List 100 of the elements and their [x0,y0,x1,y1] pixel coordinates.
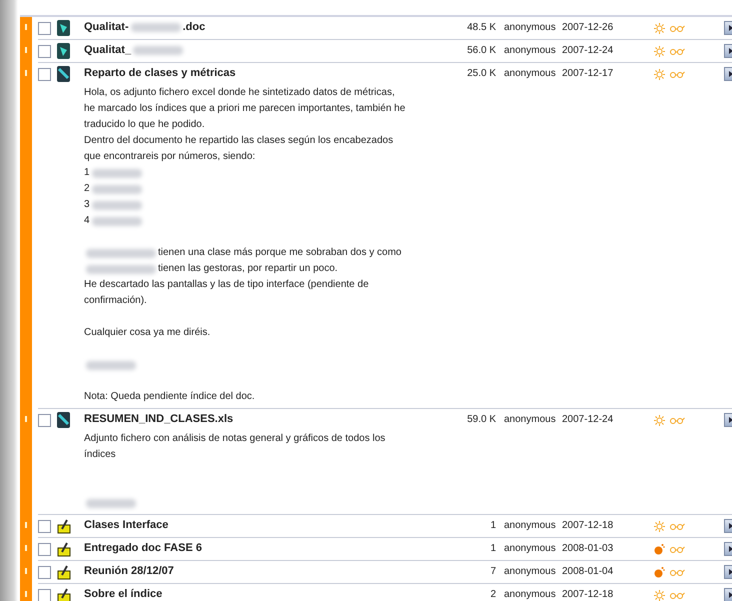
size-cell-text: 59.0 K [466,413,496,427]
message-text: Adjunto fichero con análisis de notas general y gráficos de todos los [84,432,386,446]
sun-icon [654,22,665,34]
author-cell-text: anonymous [503,44,554,58]
priority-mark [25,591,27,597]
message-text: tienen las gestoras, por repartir un poco. [158,262,338,276]
item-title: Qualitat_ [84,43,132,58]
redacted-mark [130,23,181,32]
glasses-icon [669,546,685,552]
date-cell-text: 2008-01-04 [561,565,614,579]
checkbox[interactable] [38,414,51,427]
glasses-icon [669,592,685,598]
date-cell-text: 2008-01-03 [561,542,614,556]
message-text: Cualquier cosa ya me diréis. [84,326,210,340]
redacted-mark [92,216,142,226]
topic-icon [57,542,71,557]
caret-icon [729,546,732,552]
glasses-icon [669,522,685,530]
redacted-mark [86,498,136,508]
size-cell-text: 56.0 K [466,44,496,58]
message-text: Hola, os adjunto fichero excel donde he sintetizado datos de métricas, [84,86,395,100]
message-text: He descartado las pantallas y las de tipo interface (pendiente de [84,278,369,292]
glasses-icon [669,568,685,576]
message-text: que encontrareis por números, siendo: [84,150,256,164]
author-cell-text: anonymous [503,588,554,601]
checkbox[interactable] [38,566,51,579]
item-title: .doc [182,20,206,35]
checkbox[interactable] [38,45,51,58]
author-cell-text: anonymous [503,67,554,81]
redacted-mark [133,46,184,55]
size-cell-text: 48.5 K [466,21,496,35]
item-title: Reparto de clases y métricas [84,66,236,81]
item-title: Qualitat- [84,20,129,35]
caret-icon [729,71,732,77]
checkbox[interactable] [38,68,51,81]
bomb-icon [654,543,665,555]
message-text: traducido lo que he podido. [84,118,205,132]
item-title: Sobre el índice [84,587,162,601]
checkbox[interactable] [38,589,51,601]
item-title: Clases Interface [84,518,168,533]
item-title: RESUMEN_IND_CLASES.xls [84,412,234,427]
glasses-icon [669,416,685,424]
message-text: he marcado los índices que a priori me parecen importantes, también he [84,102,406,116]
author-cell-text: anonymous [503,21,554,35]
sun-icon [654,68,665,80]
date-cell-text: 2007-12-18 [561,588,614,601]
checkbox[interactable] [38,22,51,35]
bomb-icon [654,566,665,578]
topic-icon [57,565,71,580]
message-text: 2 [84,182,90,196]
redacted-mark [92,200,142,210]
glasses-icon [669,24,685,32]
redacted-mark [86,360,136,370]
glasses-icon [669,48,685,54]
redacted-mark [86,264,156,274]
caret-icon [729,417,732,423]
author-cell-text: anonymous [503,413,554,427]
message-text: 1 [84,166,90,180]
priority-mark [25,522,27,528]
size-cell-text: 7 [489,565,496,579]
date-cell-text: 2007-12-24 [561,44,614,58]
topic-icon [57,519,71,534]
message-text: índices [84,448,116,462]
checkbox[interactable] [38,520,51,533]
sun-icon [654,46,665,56]
date-cell-text: 2007-12-26 [561,21,614,35]
message-text: 3 [84,198,90,212]
spreadsheet-icon [57,412,70,428]
spreadsheet-icon [57,66,70,82]
date-cell-text: 2007-12-18 [561,519,614,533]
size-cell-text: 1 [489,542,496,556]
topic-icon [57,588,71,601]
size-cell-text: 1 [489,519,496,533]
size-cell-text: 2 [489,588,496,601]
date-cell-text: 2007-12-17 [561,67,614,81]
caret-icon [729,569,732,575]
item-title: Reunión 28/12/07 [84,564,174,579]
priority-mark [25,47,27,53]
checkbox[interactable] [38,543,51,556]
document-icon [57,20,70,36]
document-icon [57,43,70,59]
redacted-mark [92,168,142,178]
glasses-icon [669,70,685,78]
date-cell-text: 2007-12-24 [561,413,614,427]
author-cell-text: anonymous [503,565,554,579]
priority-mark [25,568,27,574]
redacted-mark [92,184,142,194]
message-text: 4 [84,214,90,228]
caret-icon [729,592,732,598]
sun-icon [654,590,665,600]
size-cell-text: 25.0 K [466,67,496,81]
sun-icon [654,414,665,426]
item-title: Entregado doc FASE 6 [84,541,202,556]
message-text: confirmación). [84,294,147,308]
caret-icon [729,25,732,31]
caret-icon [729,48,732,54]
caret-icon [729,523,732,529]
author-cell-text: anonymous [503,542,554,556]
message-text: Nota: Queda pendiente índice del doc. [84,390,255,404]
sun-icon [654,520,665,532]
